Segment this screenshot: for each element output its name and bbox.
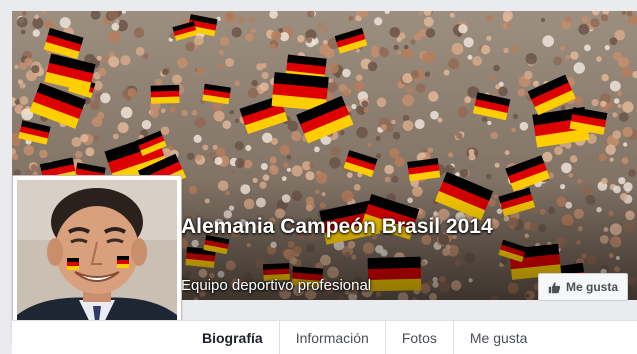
tab-label: Me gusta [469,330,528,346]
page-category: Equipo deportivo profesional [181,277,372,294]
tab-fotos[interactable]: Fotos [386,321,454,354]
like-button-label: Me gusta [565,280,618,294]
page-title[interactable]: Alemania Campeón Brasil 2014 [181,214,511,239]
page-tab-bar: Biografía Información Fotos Me gusta [12,320,637,354]
profile-picture [17,180,177,337]
profile-picture-frame[interactable] [12,175,182,342]
tab-me-gusta[interactable]: Me gusta [454,321,544,354]
profile-portrait-image [17,180,177,337]
thumbs-up-icon [548,281,561,294]
tab-label: Fotos [401,330,437,346]
tab-label: Información [295,330,369,346]
like-page-button[interactable]: Me gusta [538,273,628,301]
tab-label: Biografía [202,330,263,346]
facebook-page-header: Alemania Campeón Brasil 2014 Equipo depo… [0,0,637,354]
tab-biografia[interactable]: Biografía [186,321,280,354]
tab-informacion[interactable]: Información [280,321,386,354]
page-tabs: Biografía Información Fotos Me gusta [186,321,543,354]
